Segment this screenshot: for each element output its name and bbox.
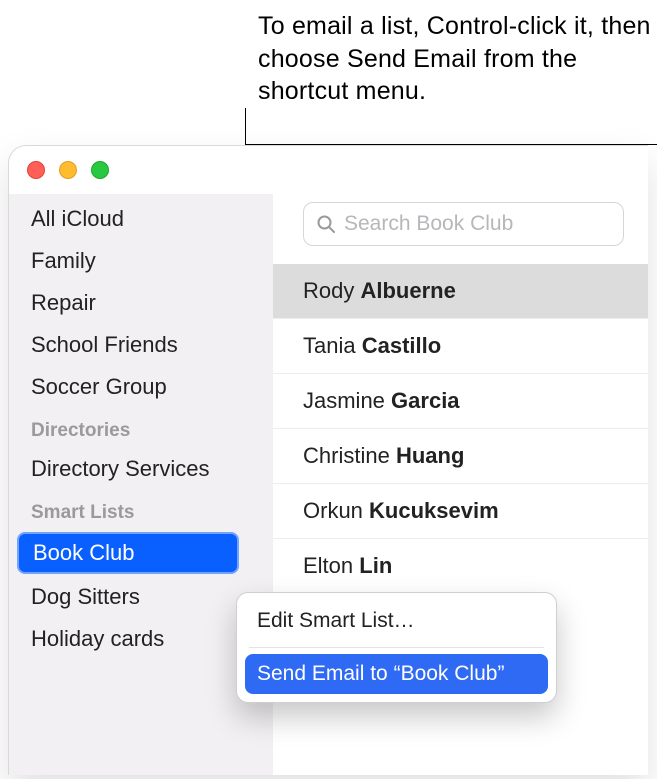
menu-item-send-email[interactable]: Send Email to “Book Club” bbox=[245, 654, 548, 694]
contact-row[interactable]: Tania Castillo bbox=[273, 319, 648, 374]
sidebar-item-family[interactable]: Family bbox=[9, 240, 273, 282]
contact-first-name: Jasmine bbox=[303, 388, 385, 413]
sidebar-item-directory-services[interactable]: Directory Services bbox=[9, 448, 273, 490]
zoom-icon[interactable] bbox=[91, 161, 109, 179]
menu-separator bbox=[249, 647, 544, 648]
contact-first-name: Rody bbox=[303, 278, 354, 303]
contact-row[interactable]: Elton Lin bbox=[273, 539, 648, 585]
context-menu: Edit Smart List… Send Email to “Book Clu… bbox=[236, 592, 557, 703]
sidebar-item-holiday-cards[interactable]: Holiday cards bbox=[9, 618, 273, 660]
sidebar-header-smart-lists: Smart Lists bbox=[9, 490, 273, 530]
contact-first-name: Tania bbox=[303, 333, 356, 358]
contact-last-name: Kucuksevim bbox=[369, 498, 499, 523]
sidebar-item-all-icloud[interactable]: All iCloud bbox=[9, 198, 273, 240]
contact-row[interactable]: Christine Huang bbox=[273, 429, 648, 484]
contact-last-name: Castillo bbox=[362, 333, 441, 358]
contact-row[interactable]: Rody Albuerne bbox=[273, 264, 648, 319]
menu-item-edit-smart-list[interactable]: Edit Smart List… bbox=[245, 601, 548, 641]
sidebar-item-soccer-group[interactable]: Soccer Group bbox=[9, 366, 273, 408]
search-field-wrapper[interactable] bbox=[303, 202, 624, 246]
sidebar-item-school-friends[interactable]: School Friends bbox=[9, 324, 273, 366]
contact-last-name: Albuerne bbox=[360, 278, 455, 303]
window-titlebar bbox=[9, 146, 648, 194]
contact-first-name: Orkun bbox=[303, 498, 363, 523]
sidebar: All iCloud Family Repair School Friends … bbox=[9, 194, 273, 775]
sidebar-item-book-club[interactable]: Book Club bbox=[17, 532, 239, 574]
help-caption: To email a list, Control-click it, then … bbox=[258, 10, 655, 108]
contact-last-name: Huang bbox=[396, 443, 464, 468]
sidebar-header-directories: Directories bbox=[9, 408, 273, 448]
contact-first-name: Elton bbox=[303, 553, 353, 578]
sidebar-item-repair[interactable]: Repair bbox=[9, 282, 273, 324]
contact-last-name: Lin bbox=[359, 553, 392, 578]
sidebar-item-dog-sitters[interactable]: Dog Sitters bbox=[9, 576, 273, 618]
contact-row[interactable]: Orkun Kucuksevim bbox=[273, 484, 648, 539]
contact-last-name: Garcia bbox=[391, 388, 460, 413]
close-icon[interactable] bbox=[27, 161, 45, 179]
contact-first-name: Christine bbox=[303, 443, 390, 468]
contact-row[interactable]: Jasmine Garcia bbox=[273, 374, 648, 429]
minimize-icon[interactable] bbox=[59, 161, 77, 179]
search-icon bbox=[316, 214, 336, 234]
search-input[interactable] bbox=[344, 212, 611, 236]
